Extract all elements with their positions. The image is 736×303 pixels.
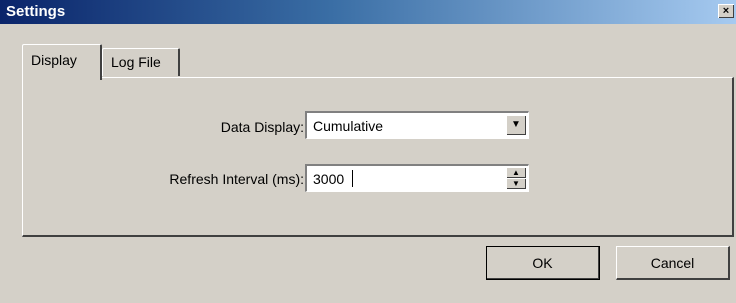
ok-button[interactable]: OK [486, 246, 600, 280]
refresh-interval-spinner[interactable]: 3000 ▲ ▼ [305, 164, 529, 192]
close-button[interactable]: × [718, 4, 734, 18]
display-tab-panel: Data Display: Cumulative ▼ Refresh Inter… [22, 77, 734, 237]
tab-log-file-label: Log File [111, 54, 161, 70]
title-bar: Settings × [0, 0, 736, 24]
refresh-interval-label: Refresh Interval (ms): [169, 171, 304, 187]
cancel-button[interactable]: Cancel [616, 246, 730, 280]
dropdown-arrow-icon[interactable]: ▼ [506, 115, 526, 135]
tab-display[interactable]: Display [22, 44, 102, 80]
tab-display-label: Display [31, 52, 77, 68]
data-display-select[interactable]: Cumulative ▼ [305, 111, 529, 139]
tab-log-file[interactable]: Log File [102, 48, 180, 76]
window-title: Settings [6, 3, 66, 20]
data-display-label: Data Display: [220, 119, 304, 135]
spin-up-icon[interactable]: ▲ [506, 167, 526, 178]
refresh-interval-value[interactable]: 3000 [313, 171, 344, 187]
close-icon: × [722, 5, 730, 17]
text-caret [352, 170, 353, 187]
spin-down-icon[interactable]: ▼ [506, 178, 526, 189]
data-display-value: Cumulative [313, 118, 384, 134]
